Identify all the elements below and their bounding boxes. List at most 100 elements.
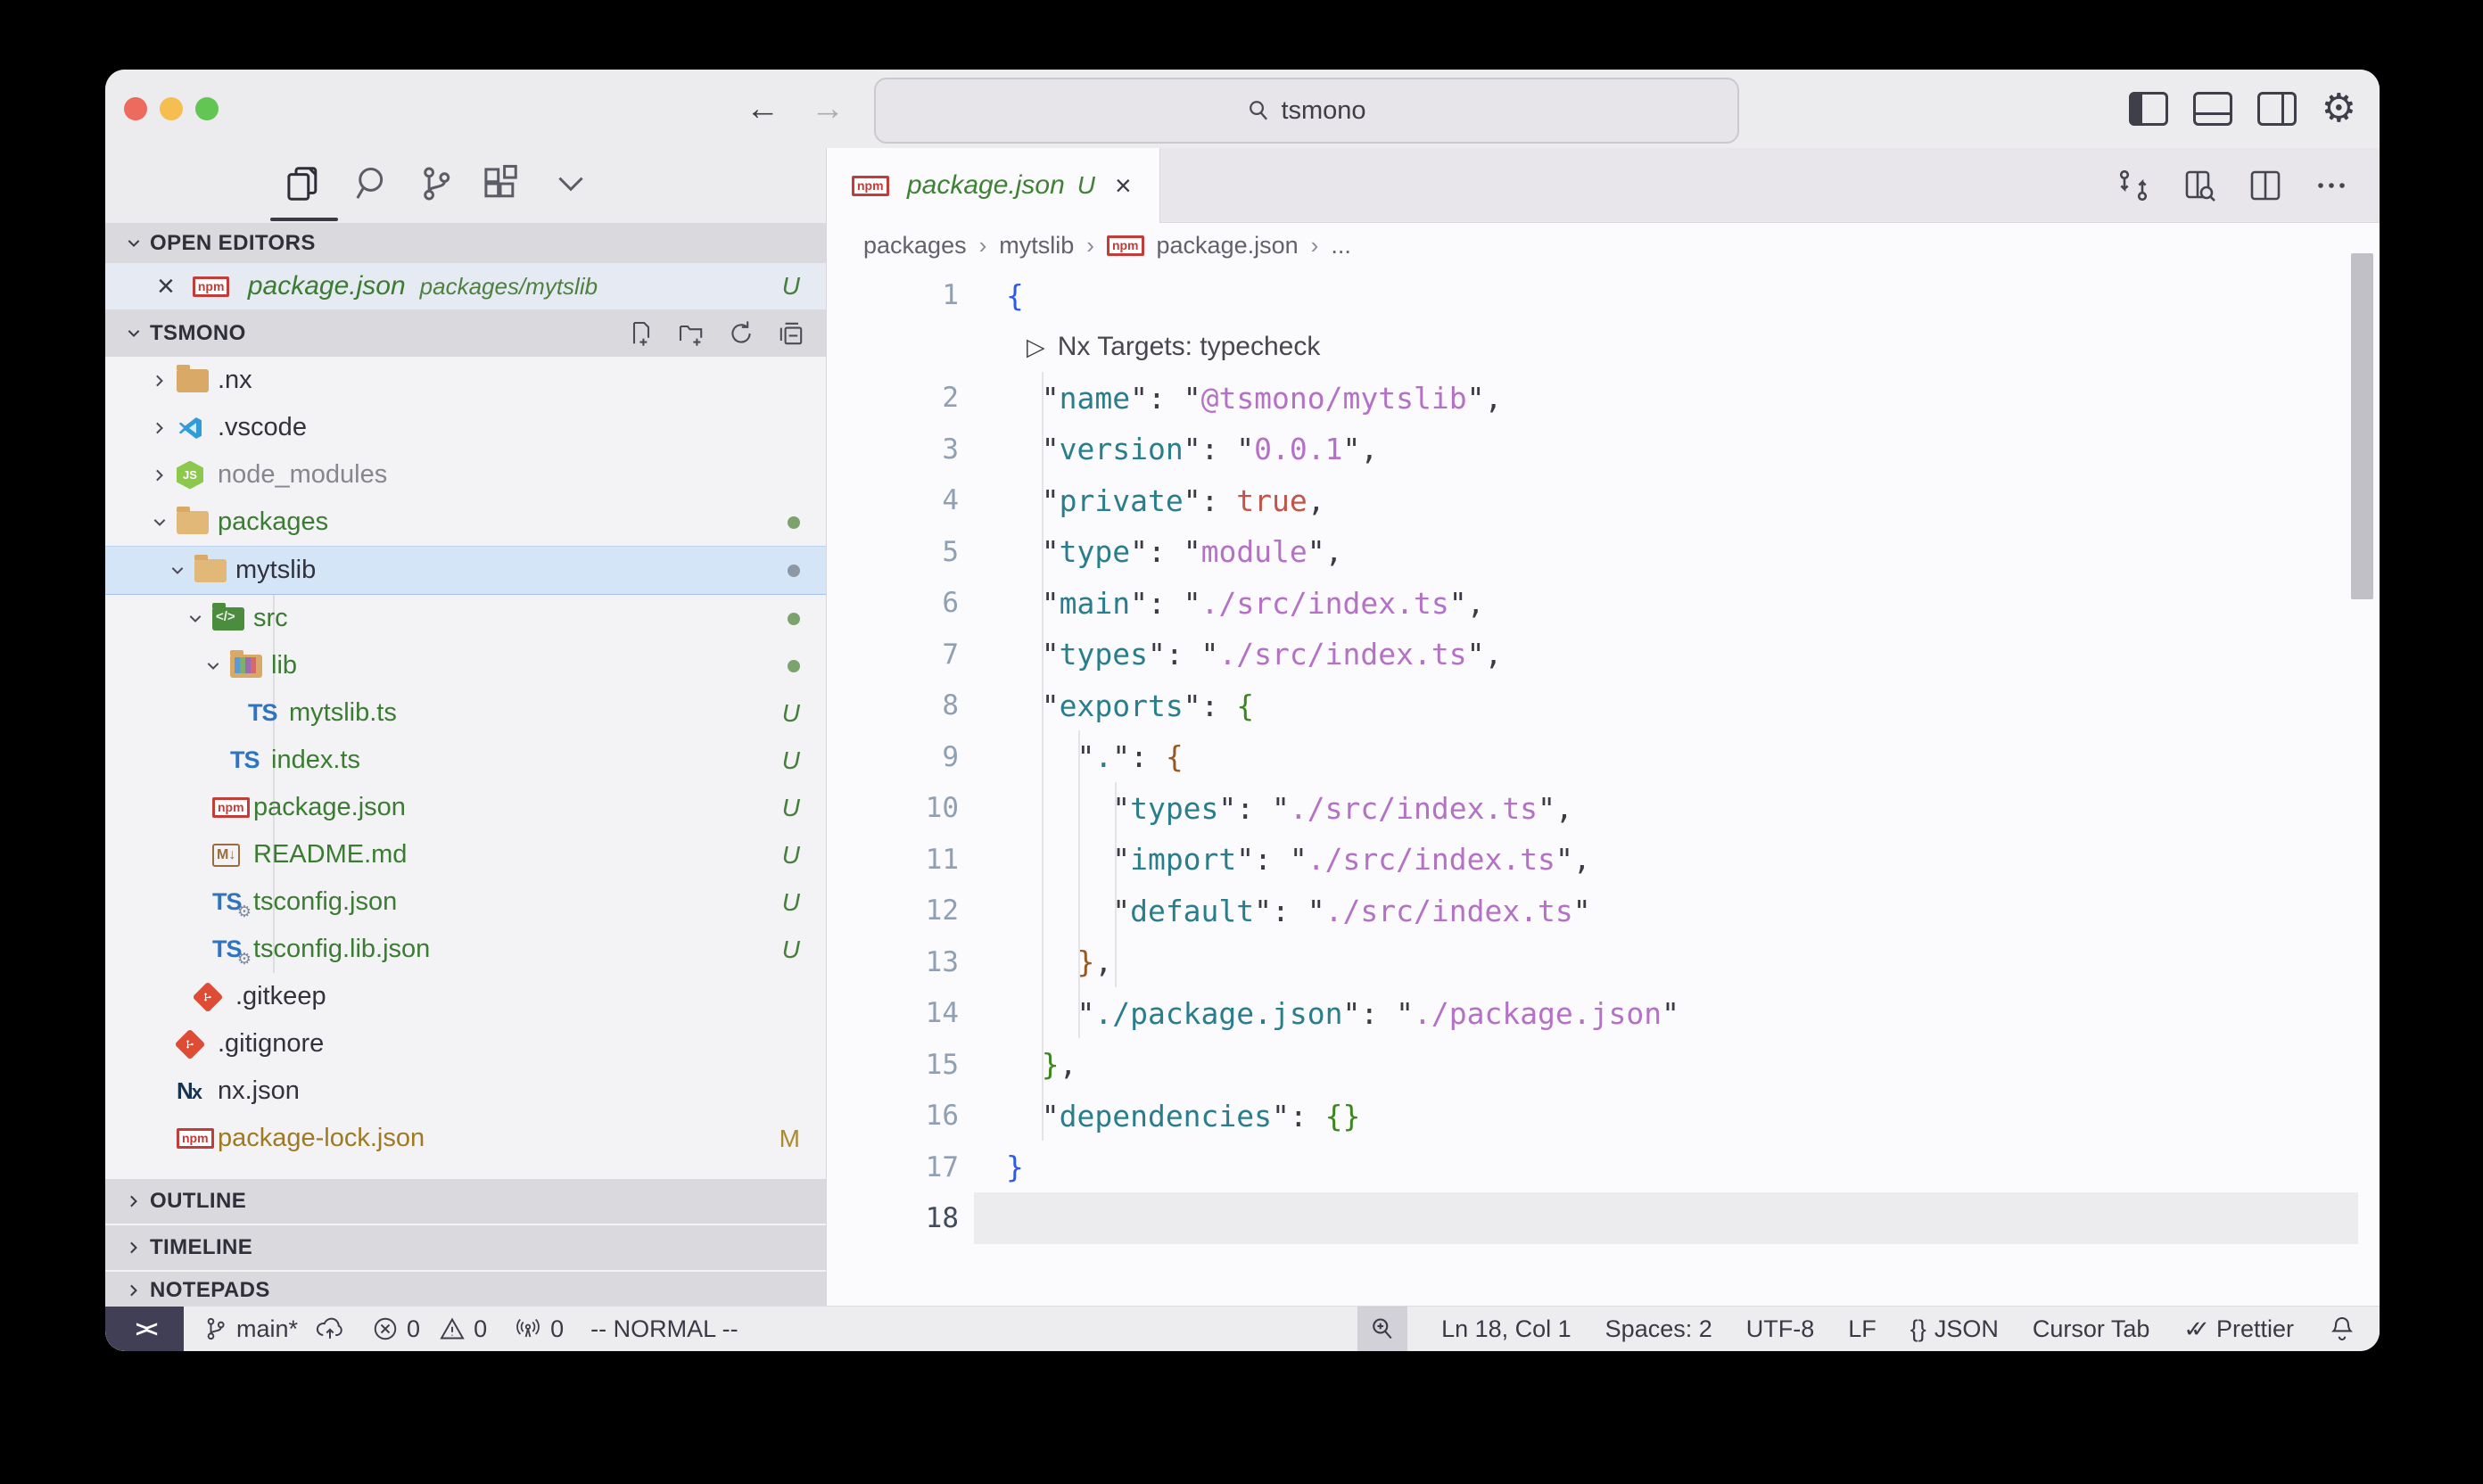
tree-item-label: README.md <box>253 840 775 870</box>
code-line-18[interactable]: 18 <box>827 1192 2380 1244</box>
run-icon[interactable]: ▷ <box>1027 334 1045 360</box>
new-file-icon[interactable] <box>627 319 656 348</box>
vim-mode-indicator[interactable]: -- NORMAL -- <box>590 1315 738 1343</box>
source-control-icon[interactable] <box>410 159 460 209</box>
chevron-right-icon <box>118 1192 150 1210</box>
code-line-16[interactable]: 16 "dependencies": {} <box>827 1090 2380 1142</box>
breadcrumb-item[interactable]: packages <box>863 232 967 260</box>
tree-item-label: lib <box>271 651 780 680</box>
tree-item-node-modules[interactable]: JSnode_modules <box>105 451 827 499</box>
open-editor-item[interactable]: × npm package.json packages/mytslib U <box>105 263 827 309</box>
eol-status[interactable]: LF <box>1848 1315 1877 1343</box>
toggle-secondary-sidebar-icon[interactable] <box>2257 92 2297 126</box>
more-actions-icon[interactable] <box>2314 168 2349 203</box>
more-views-chevron-icon[interactable] <box>546 159 596 209</box>
open-preview-icon[interactable] <box>2182 168 2217 203</box>
code-line-5[interactable]: 5 "type": "module", <box>827 526 2380 578</box>
code-line-1[interactable]: 1{ <box>827 269 2380 321</box>
close-icon[interactable]: × <box>157 271 175 301</box>
code-line-3[interactable]: 3 "version": "0.0.1", <box>827 424 2380 475</box>
notepads-section-header[interactable]: NOTEPADS <box>105 1270 827 1308</box>
tree-item-.vscode[interactable]: .vscode <box>105 404 827 451</box>
settings-gear-icon[interactable]: ⚙ <box>2322 89 2356 128</box>
code-line-text: "name": "@tsmono/mytslib", <box>959 381 1502 416</box>
tab-package-json[interactable]: npm package.json U × <box>827 148 1160 223</box>
encoding-status[interactable]: UTF-8 <box>1746 1315 1815 1343</box>
tree-item-package-lock.json[interactable]: npmpackage-lock.jsonM <box>105 1115 827 1162</box>
remote-indicator[interactable]: >< <box>105 1307 184 1351</box>
tree-item-src[interactable]: </>src <box>105 595 827 642</box>
codelens-nx-targets[interactable]: ▷Nx Targets: typecheck <box>827 321 2380 373</box>
minimize-window-button[interactable] <box>160 97 183 120</box>
search-view-icon[interactable] <box>348 159 398 209</box>
cursor-position-status[interactable]: Ln 18, Col 1 <box>1441 1315 1571 1343</box>
tree-item-lib[interactable]: lib <box>105 642 827 689</box>
tree-item-mytslib.ts[interactable]: TSmytslib.tsU <box>105 689 827 737</box>
tree-item-.gitignore[interactable]: .gitignore <box>105 1020 827 1068</box>
code-line-6[interactable]: 6 "main": "./src/index.ts", <box>827 577 2380 629</box>
code-line-10[interactable]: 10 "types": "./src/index.ts", <box>827 782 2380 834</box>
code-line-8[interactable]: 8 "exports": { <box>827 680 2380 731</box>
code-line-4[interactable]: 4 "private": true, <box>827 474 2380 526</box>
tree-item-index.ts[interactable]: TSindex.tsU <box>105 737 827 784</box>
vertical-scrollbar[interactable] <box>2351 253 2373 599</box>
code-line-15[interactable]: 15 }, <box>827 1039 2380 1091</box>
tree-item-readme.md[interactable]: M↓README.mdU <box>105 831 827 878</box>
formatter-status[interactable]: ✓✓ Prettier <box>2183 1315 2294 1343</box>
indentation-status[interactable]: Spaces: 2 <box>1605 1315 1712 1343</box>
screencast-zoom-indicator[interactable] <box>1357 1307 1407 1351</box>
tree-item-mytslib[interactable]: mytslib <box>105 546 827 595</box>
tree-item-.gitkeep[interactable]: .gitkeep <box>105 973 827 1020</box>
breadcrumb-item[interactable]: package.json <box>1157 232 1299 260</box>
code-line-11[interactable]: 11 "import": "./src/index.ts", <box>827 834 2380 886</box>
problems-status[interactable]: 0 0 <box>372 1315 487 1343</box>
open-editor-path: packages/mytslib <box>420 273 782 301</box>
outline-section-header[interactable]: OUTLINE <box>105 1177 827 1224</box>
language-mode-status[interactable]: {} JSON <box>1910 1315 1999 1343</box>
code-line-12[interactable]: 12 "default": "./src/index.ts" <box>827 885 2380 936</box>
code-editor[interactable]: 1{▷Nx Targets: typecheck2 "name": "@tsmo… <box>827 268 2380 1307</box>
open-editors-section-header[interactable]: OPEN EDITORS <box>105 223 827 263</box>
code-line-14[interactable]: 14 "./package.json": "./package.json" <box>827 987 2380 1039</box>
command-center-search[interactable]: tsmono <box>874 78 1739 144</box>
cursor-tab-status[interactable]: Cursor Tab <box>2033 1315 2150 1343</box>
explorer-icon[interactable] <box>278 159 328 209</box>
breadcrumb-item[interactable]: ... <box>1331 232 1351 260</box>
code-line-17[interactable]: 17} <box>827 1142 2380 1193</box>
tree-item-packages[interactable]: packages <box>105 499 827 546</box>
zoom-window-button[interactable] <box>195 97 219 120</box>
toggle-primary-sidebar-icon[interactable] <box>2129 92 2168 126</box>
compare-changes-icon[interactable] <box>2116 168 2151 203</box>
code-line-2[interactable]: 2 "name": "@tsmono/mytslib", <box>827 372 2380 424</box>
untracked-badge: U <box>782 699 800 728</box>
tree-item-.nx[interactable]: .nx <box>105 357 827 404</box>
tree-item-tsconfig.json[interactable]: TS⚙tsconfig.jsonU <box>105 878 827 926</box>
back-icon[interactable]: ← <box>746 87 780 130</box>
ports-status[interactable]: 0 <box>514 1315 564 1343</box>
tree-item-nx.json[interactable]: Nxnx.json <box>105 1068 827 1115</box>
split-editor-icon[interactable] <box>2248 168 2283 203</box>
line-number: 12 <box>827 895 959 927</box>
code-line-9[interactable]: 9 ".": { <box>827 731 2380 783</box>
close-tab-icon[interactable]: × <box>1115 171 1132 200</box>
notifications-bell[interactable] <box>2328 1315 2356 1343</box>
explorer-section-header[interactable]: TSMONO <box>105 309 827 357</box>
errors-count: 0 <box>407 1315 420 1343</box>
extensions-icon[interactable] <box>475 159 525 209</box>
refresh-icon[interactable] <box>727 319 755 348</box>
code-line-7[interactable]: 7 "types": "./src/index.ts", <box>827 629 2380 680</box>
collapse-all-icon[interactable] <box>777 319 805 348</box>
desktop: ← → tsmono ⚙ <box>0 0 2483 1484</box>
forward-icon[interactable]: → <box>811 87 845 130</box>
code-line-13[interactable]: 13 }, <box>827 936 2380 988</box>
breadcrumb-item[interactable]: mytslib <box>999 232 1074 260</box>
notepads-label: NOTEPADS <box>150 1278 270 1303</box>
tree-item-tsconfig.lib.json[interactable]: TS⚙tsconfig.lib.jsonU <box>105 926 827 973</box>
branch-status[interactable]: main* <box>202 1315 345 1343</box>
timeline-section-header[interactable]: TIMELINE <box>105 1224 827 1270</box>
close-window-button[interactable] <box>124 97 147 120</box>
tree-item-package.json[interactable]: npmpackage.jsonU <box>105 784 827 831</box>
new-folder-icon[interactable] <box>677 319 705 348</box>
toggle-panel-icon[interactable] <box>2193 92 2232 126</box>
open-editors-label: OPEN EDITORS <box>150 231 316 256</box>
